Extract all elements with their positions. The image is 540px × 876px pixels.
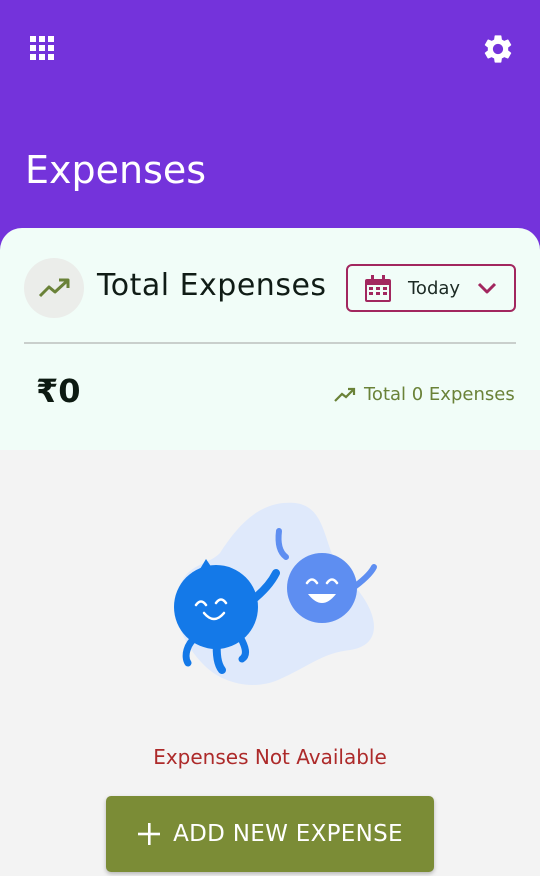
date-filter-label: Today	[408, 278, 461, 299]
trending-up-icon	[334, 387, 356, 402]
date-filter-select[interactable]: Today	[346, 264, 516, 312]
expense-count-text: Total 0 Expenses	[364, 384, 515, 405]
gear-icon[interactable]	[481, 32, 515, 66]
plus-icon	[138, 823, 161, 845]
add-new-expense-button[interactable]: ADD NEW EXPENSE	[106, 796, 434, 872]
card-divider	[24, 342, 516, 344]
calendar-icon	[365, 275, 391, 302]
summary-card: Total Expenses Today ₹0 Total 0 Expenses	[0, 228, 540, 450]
expense-count-summary: Total 0 Expenses	[334, 384, 515, 405]
two-happy-blobs-illustration	[174, 502, 377, 685]
total-amount: ₹0	[36, 372, 81, 410]
trending-up-icon	[38, 278, 70, 298]
page-title: Expenses	[25, 148, 207, 192]
card-title: Total Expenses	[97, 268, 327, 303]
add-new-expense-label: ADD NEW EXPENSE	[173, 821, 403, 847]
app-header: Expenses	[0, 0, 540, 260]
trend-badge	[24, 258, 84, 318]
chevron-down-icon	[477, 282, 497, 294]
apps-grid-icon[interactable]	[30, 36, 54, 60]
empty-state-message: Expenses Not Available	[153, 745, 387, 769]
